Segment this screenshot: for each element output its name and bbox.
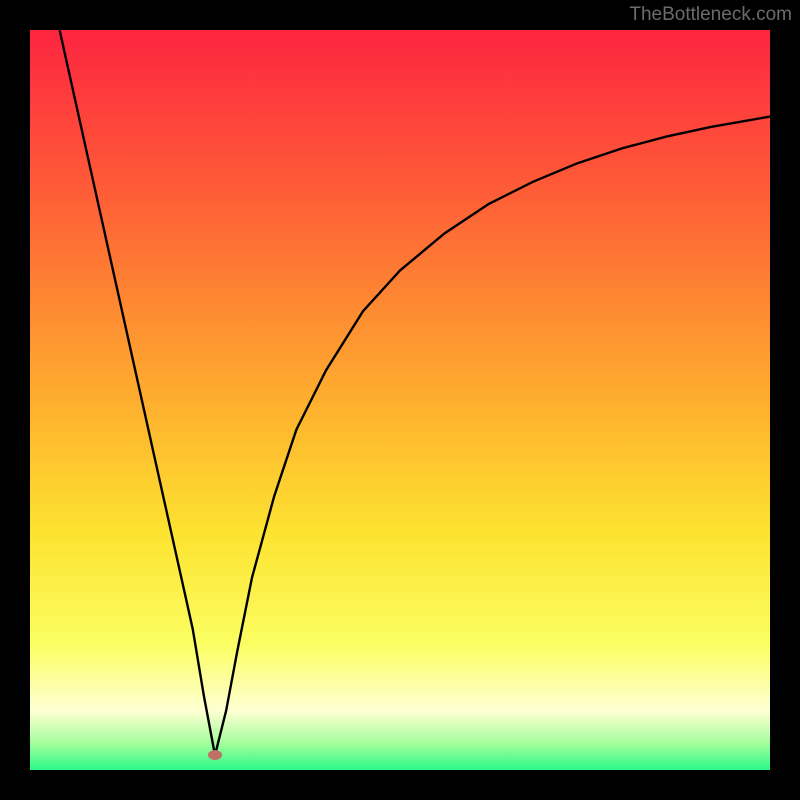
chart-frame: TheBottleneck.com <box>0 0 800 800</box>
plot-svg <box>30 30 770 770</box>
attribution-label: TheBottleneck.com <box>629 4 792 26</box>
optimal-point-marker <box>208 750 222 760</box>
plot-area <box>30 30 770 770</box>
